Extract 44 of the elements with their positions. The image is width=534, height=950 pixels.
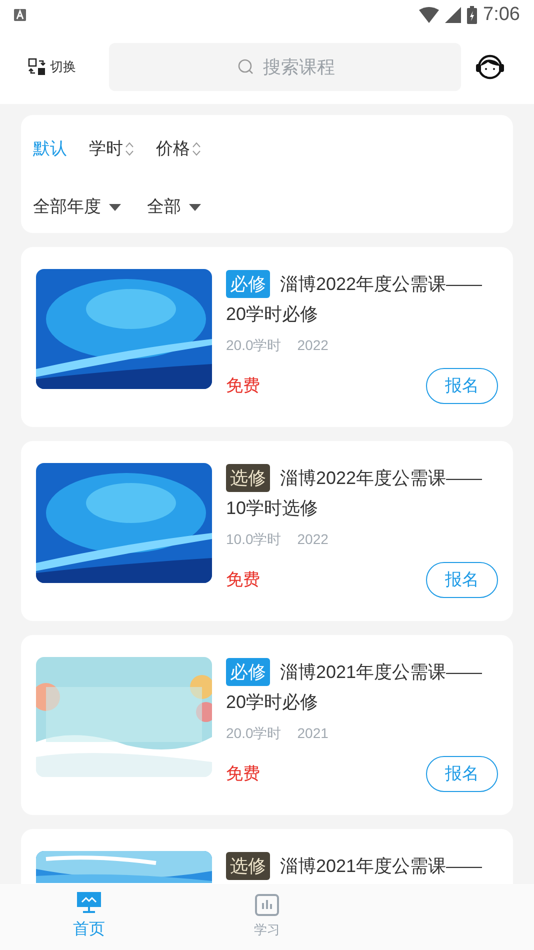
course-title-line: 淄博2021年度公需课——	[280, 661, 482, 684]
course-price: 免费	[226, 375, 260, 398]
course-meta: 2022	[297, 530, 328, 549]
course-title-line: 淄博2022年度公需课——	[280, 273, 482, 296]
sort-tab[interactable]: 价格	[156, 136, 201, 162]
course-price: 免费	[226, 763, 260, 786]
customer-service-icon[interactable]	[474, 53, 506, 81]
course-meta: 20.0学时	[226, 336, 282, 355]
search-icon	[238, 59, 254, 75]
battery-icon	[467, 6, 478, 24]
course-tag: 必修	[226, 658, 270, 686]
course-tag: 选修	[226, 464, 270, 492]
course-meta: 2021	[297, 724, 328, 743]
keyboard-icon	[14, 9, 26, 21]
sort-arrows-icon	[192, 141, 201, 157]
clock-time: 7:06	[483, 2, 520, 27]
wifi-icon	[419, 7, 440, 23]
course-meta: 20.0学时	[226, 724, 282, 743]
caret-icon	[189, 204, 201, 210]
course-tag: 选修	[226, 852, 270, 880]
course-tag: 必修	[226, 270, 270, 298]
filter-dropdown[interactable]: 全部年度	[33, 194, 121, 220]
course-card[interactable]: 必修 淄博2022年度公需课—— 20学时必修 20.0学时 2022 免费 报名	[21, 247, 513, 427]
course-meta: 2022	[297, 336, 328, 355]
switch-icon	[28, 58, 46, 76]
course-title-line: 10学时选修	[226, 497, 318, 520]
course-title-line: 淄博2022年度公需课——	[280, 467, 482, 490]
switch-button[interactable]: 切换	[28, 57, 109, 77]
signal-icon	[445, 7, 462, 23]
search-field[interactable]: 搜索课程	[109, 43, 461, 91]
caret-icon	[109, 204, 121, 210]
filter-dropdown[interactable]: 全部	[147, 194, 201, 220]
sort-arrows-icon	[125, 141, 134, 157]
course-price: 免费	[226, 569, 260, 592]
course-meta: 10.0学时	[226, 530, 282, 549]
course-card[interactable]: 选修 淄博2021年度公需课——	[21, 829, 513, 884]
course-title-line: 淄博2021年度公需课——	[280, 855, 482, 878]
course-title-line: 20学时必修	[226, 303, 318, 326]
course-card[interactable]: 必修 淄博2021年度公需课—— 20学时必修 20.0学时 2021 免费 报名	[21, 635, 513, 815]
bar-chart-icon	[255, 894, 279, 916]
course-title-line: 20学时必修	[226, 691, 318, 714]
monitor-icon	[77, 892, 101, 914]
course-card[interactable]: 选修 淄博2022年度公需课—— 10学时选修 10.0学时 2022 免费 报名	[21, 441, 513, 621]
sort-tab[interactable]: 学时	[89, 136, 134, 162]
